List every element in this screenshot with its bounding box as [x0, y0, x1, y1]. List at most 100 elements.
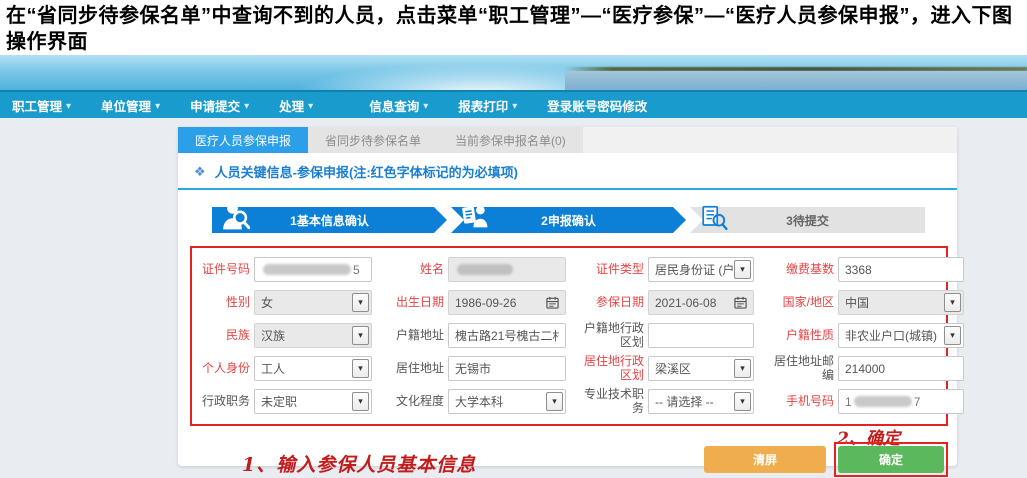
menu-item-process[interactable]: 处理 [279, 96, 313, 115]
hukou-address-input[interactable] [448, 323, 566, 348]
lake-water-decoration [565, 71, 1027, 90]
document-search-icon [700, 202, 728, 233]
id-type-select[interactable]: 居民身份证 (户口簿 [648, 257, 754, 282]
confirm-highlight-box: 确定 [834, 442, 948, 477]
chevron-down-icon[interactable] [944, 326, 961, 345]
menu-item-report-print[interactable]: 报表打印 [458, 96, 517, 115]
residence-address-input[interactable] [448, 356, 566, 381]
education-label: 文化程度 [382, 395, 444, 409]
field-personal-identity: 个人身份 工人 [198, 356, 372, 381]
form-row-1: 证件号码 5 姓名 证件类型 居民身份证 (户口簿 [194, 253, 944, 286]
chevron-down-icon[interactable] [944, 293, 961, 312]
hukou-type-label: 户籍性质 [764, 329, 834, 343]
form-highlight-box: 证件号码 5 姓名 证件类型 居民身份证 (户口簿 [190, 246, 948, 426]
redacted-blur [854, 396, 912, 407]
calendar-icon[interactable] [546, 296, 559, 309]
id-type-label: 证件类型 [576, 263, 644, 277]
field-residence-zip: 居住地址邮编 [754, 355, 964, 383]
form-row-4: 个人身份 工人 居住地址 居住地行政区划 梁溪区 [194, 352, 944, 385]
gender-label: 性别 [198, 296, 250, 310]
professional-title-label: 专业技术职务 [576, 388, 644, 416]
ethnicity-select[interactable]: 汉族 [254, 323, 372, 348]
id-number-label: 证件号码 [198, 263, 250, 277]
field-hukou-region: 户籍地行政区划 [566, 322, 754, 350]
section-title: 人员关键信息-参保申报(注:红色字体标记的为必填项) [215, 162, 518, 181]
gender-select[interactable]: 女 [254, 290, 372, 315]
field-residence-address: 居住地址 [372, 356, 566, 381]
menu-item-unit-management[interactable]: 单位管理 [101, 96, 160, 115]
tab-province-pending-list[interactable]: 省同步待参保名单 [308, 127, 438, 153]
form-footer: 1、输入参保人员基本信息 2、确定 清屏 确定 [190, 426, 948, 478]
chevron-down-icon[interactable] [352, 293, 369, 312]
field-gender: 性别 女 [198, 290, 372, 315]
instruction-text: 在“省同步待参保名单”中查询不到的人员，点击菜单“职工管理”—“医疗参保”—“医… [0, 0, 1027, 55]
personal-identity-select[interactable]: 工人 [254, 356, 372, 381]
chevron-down-icon[interactable] [352, 392, 369, 411]
hukou-region-label: 户籍地行政区划 [576, 322, 644, 350]
chevron-down-icon[interactable] [734, 260, 751, 279]
field-payment-base: 缴费基数 [754, 257, 964, 282]
form-row-5: 行政职务 未定职 文化程度 大学本科 专业技术职务 - [194, 385, 944, 418]
field-enroll-date: 参保日期 2021-06-08 [566, 290, 754, 315]
menu-item-staff-management[interactable]: 职工管理 [12, 96, 71, 115]
mobile-input[interactable]: 1 7 [838, 389, 964, 414]
chevron-down-icon[interactable] [352, 359, 369, 378]
field-id-number: 证件号码 5 [198, 257, 372, 282]
name-input[interactable] [448, 257, 566, 282]
hukou-type-select[interactable]: 非农业户口(城镇) [838, 323, 964, 348]
main-menu-bar: 职工管理 单位管理 申请提交 处理 信息查询 报表打印 登录账号密码修改 [0, 90, 1027, 118]
professional-title-select[interactable]: -- 请选择 -- [648, 389, 754, 414]
country-select[interactable]: 中国 [838, 290, 964, 315]
redacted-blur [457, 264, 513, 275]
chevron-down-icon[interactable] [352, 326, 369, 345]
residence-address-label: 居住地址 [382, 362, 444, 376]
document-person-icon [461, 200, 489, 231]
field-hukou-address: 户籍地址 [372, 323, 566, 348]
menu-item-application-submit[interactable]: 申请提交 [190, 96, 249, 115]
chevron-down-icon[interactable] [546, 392, 563, 411]
field-name: 姓名 [372, 257, 566, 282]
admin-duty-select[interactable]: 未定职 [254, 389, 372, 414]
page-background: 医疗人员参保申报 省同步待参保名单 当前参保申报名单(0) ❖ 人员关键信息-参… [0, 118, 1027, 478]
tab-strip: 医疗人员参保申报 省同步待参保名单 当前参保申报名单(0) [178, 127, 957, 153]
hukou-region-input[interactable] [648, 323, 754, 348]
step-wizard: 1基本信息确认 2申报确认 [212, 207, 925, 233]
education-select[interactable]: 大学本科 [448, 389, 566, 414]
field-country: 国家/地区 中国 [754, 290, 964, 315]
form-row-2: 性别 女 出生日期 1986-09-26 参保日期 2 [194, 286, 944, 319]
field-mobile: 手机号码 1 7 [754, 389, 964, 414]
chevron-down-icon[interactable] [734, 392, 751, 411]
residence-region-select[interactable]: 梁溪区 [648, 356, 754, 381]
calendar-icon[interactable] [734, 296, 747, 309]
chevron-down-icon [155, 98, 160, 112]
main-panel: 医疗人员参保申报 省同步待参保名单 当前参保申报名单(0) ❖ 人员关键信息-参… [178, 127, 957, 466]
redacted-blur [263, 264, 351, 275]
ethnicity-label: 民族 [198, 329, 250, 343]
field-professional-title: 专业技术职务 -- 请选择 -- [566, 388, 754, 416]
menu-item-account-password[interactable]: 登录账号密码修改 [547, 96, 647, 115]
confirm-button[interactable]: 确定 [838, 446, 944, 473]
action-buttons: 清屏 确定 [704, 442, 948, 477]
chevron-down-icon [512, 98, 517, 112]
form-row-3: 民族 汉族 户籍地址 户籍地行政区划 户籍性质 [194, 319, 944, 352]
clear-button[interactable]: 清屏 [704, 446, 826, 473]
tab-medical-staff-enrollment[interactable]: 医疗人员参保申报 [178, 127, 308, 153]
menu-item-info-query[interactable]: 信息查询 [369, 96, 428, 115]
annotation-input-hint: 1、输入参保人员基本信息 [242, 450, 476, 477]
field-hukou-type: 户籍性质 非农业户口(城镇) [754, 323, 964, 348]
residence-zip-label: 居住地址邮编 [764, 355, 834, 383]
id-number-input[interactable]: 5 [254, 257, 372, 282]
payment-base-label: 缴费基数 [764, 263, 834, 277]
step-1-basic-info-confirm: 1基本信息确认 [212, 207, 447, 233]
chevron-down-icon [308, 98, 313, 112]
payment-base-input[interactable] [838, 257, 964, 282]
residence-zip-input[interactable] [838, 356, 964, 381]
diamond-cluster-icon: ❖ [194, 164, 206, 180]
field-residence-region: 居住地行政区划 梁溪区 [566, 355, 754, 383]
tab-current-declaration-list[interactable]: 当前参保申报名单(0) [438, 127, 583, 153]
chevron-down-icon[interactable] [734, 359, 751, 378]
enroll-date-input[interactable]: 2021-06-08 [648, 290, 754, 315]
field-birth-date: 出生日期 1986-09-26 [372, 290, 566, 315]
birth-date-input[interactable]: 1986-09-26 [448, 290, 566, 315]
step-2-declaration-confirm: 2申报确认 [451, 207, 686, 233]
